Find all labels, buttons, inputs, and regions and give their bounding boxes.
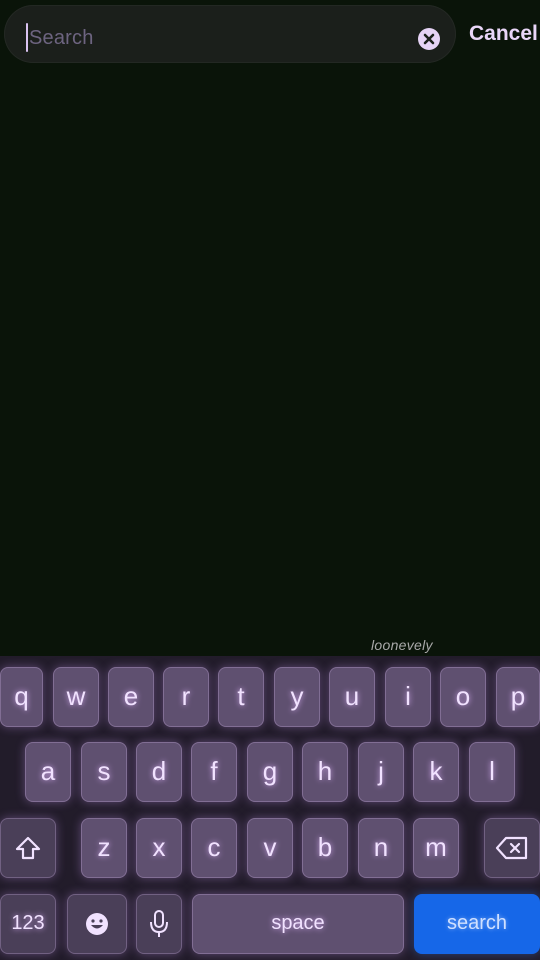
key-m[interactable]: m <box>413 818 459 878</box>
key-p[interactable]: p <box>496 667 540 727</box>
dictation-key[interactable] <box>136 894 182 954</box>
key-b[interactable]: b <box>302 818 348 878</box>
text-cursor <box>26 23 28 52</box>
emoji-icon <box>86 913 108 935</box>
microphone-icon <box>150 910 168 937</box>
key-f[interactable]: f <box>191 742 237 802</box>
keyboard: q w e r t y u i o p a s d f g h j k l z … <box>0 656 540 960</box>
key-z[interactable]: z <box>81 818 127 878</box>
key-r[interactable]: r <box>163 667 209 727</box>
key-i[interactable]: i <box>385 667 431 727</box>
space-key[interactable]: space <box>192 894 404 954</box>
watermark-text: loonevely <box>371 637 433 653</box>
search-key[interactable]: search <box>414 894 540 954</box>
key-c[interactable]: c <box>191 818 237 878</box>
key-y[interactable]: y <box>274 667 320 727</box>
search-field[interactable]: Search <box>4 5 456 63</box>
emoji-key[interactable] <box>67 894 127 954</box>
key-h[interactable]: h <box>302 742 348 802</box>
key-j[interactable]: j <box>358 742 404 802</box>
key-g[interactable]: g <box>247 742 293 802</box>
key-a[interactable]: a <box>25 742 71 802</box>
key-u[interactable]: u <box>329 667 375 727</box>
key-x[interactable]: x <box>136 818 182 878</box>
key-o[interactable]: o <box>440 667 486 727</box>
search-placeholder: Search <box>29 27 94 49</box>
key-s[interactable]: s <box>81 742 127 802</box>
key-l[interactable]: l <box>469 742 515 802</box>
shift-key[interactable] <box>0 818 56 878</box>
clear-icon[interactable] <box>418 28 440 50</box>
key-e[interactable]: e <box>108 667 154 727</box>
cancel-button[interactable]: Cancel <box>469 20 538 48</box>
delete-key[interactable] <box>484 818 540 878</box>
numbers-key[interactable]: 123 <box>0 894 56 954</box>
backspace-icon <box>495 836 528 860</box>
shift-icon <box>15 836 41 860</box>
key-k[interactable]: k <box>413 742 459 802</box>
key-n[interactable]: n <box>358 818 404 878</box>
key-q[interactable]: q <box>0 667 43 727</box>
key-t[interactable]: t <box>218 667 264 727</box>
key-v[interactable]: v <box>247 818 293 878</box>
key-d[interactable]: d <box>136 742 182 802</box>
key-w[interactable]: w <box>53 667 99 727</box>
